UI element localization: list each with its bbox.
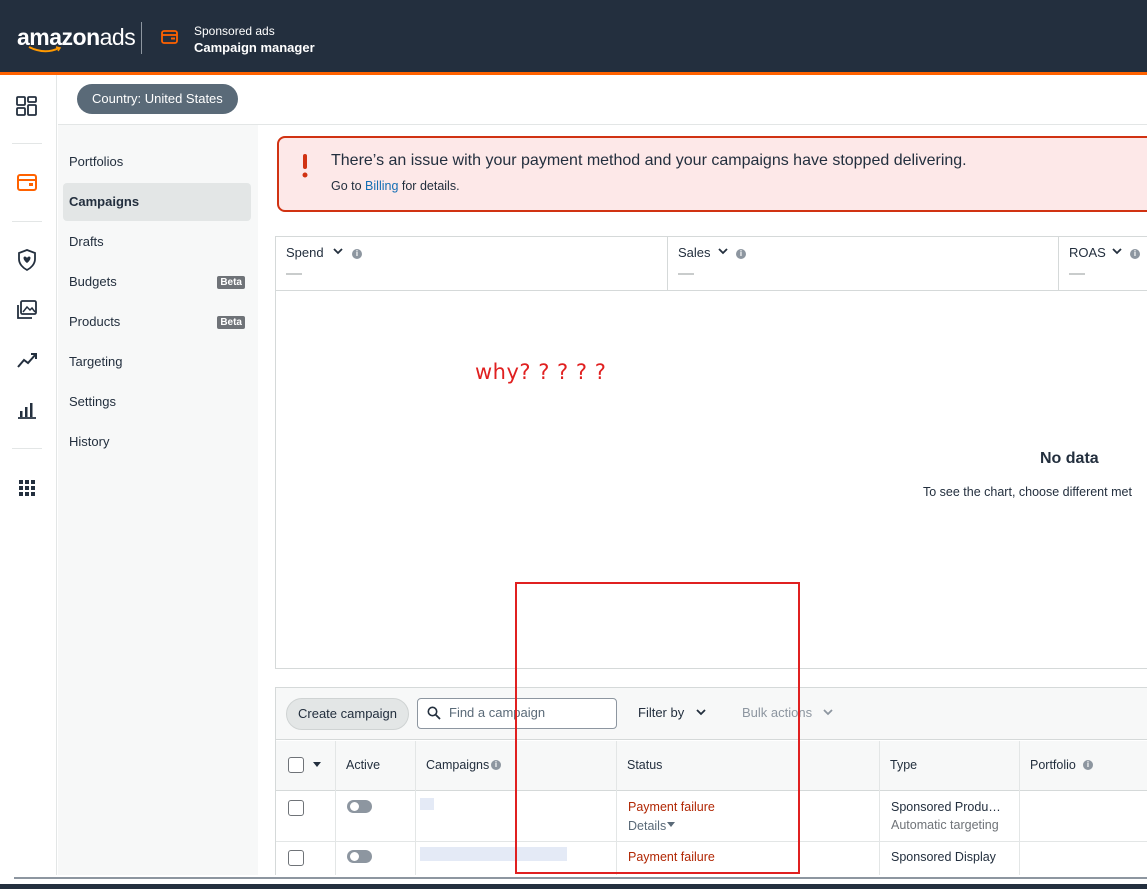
column-divider [335, 741, 336, 875]
active-toggle[interactable] [347, 800, 372, 813]
metric-selector-row [275, 236, 1147, 291]
column-divider [879, 741, 880, 875]
product-subtitle: Sponsored ads [194, 24, 275, 38]
alert-exclamation-icon [302, 154, 308, 178]
create-campaign-button[interactable]: Create campaign [286, 698, 409, 730]
info-icon[interactable]: i [352, 249, 362, 259]
header-divider [141, 22, 142, 54]
product-title[interactable]: Campaign manager [194, 40, 315, 55]
subnav-item-drafts[interactable]: Drafts [63, 223, 251, 261]
brand-shield-icon[interactable] [15, 248, 39, 272]
subnav-item-history[interactable]: History [63, 423, 251, 461]
no-data-title: No data [1040, 450, 1099, 467]
metric-sales-value [678, 273, 694, 275]
metric-spend-label[interactable]: Spend [286, 245, 324, 260]
row-checkbox[interactable] [288, 800, 304, 816]
metric-roas-value [1069, 273, 1085, 275]
column-header-type[interactable]: Type [890, 758, 917, 772]
taskbar-edge [0, 884, 1147, 889]
beta-badge: Beta [217, 276, 245, 289]
column-header-campaigns[interactable]: Campaigns [426, 758, 489, 772]
column-divider [415, 741, 416, 875]
reports-icon[interactable] [15, 398, 39, 422]
trend-icon[interactable] [15, 348, 39, 372]
info-icon[interactable]: i [736, 249, 746, 259]
subnav-item-targeting[interactable]: Targeting [63, 343, 251, 381]
subnav-item-budgets[interactable]: Budgets Beta [63, 263, 251, 301]
rail-divider [12, 143, 42, 144]
metric-divider [1058, 236, 1059, 291]
subnav-item-settings[interactable]: Settings [63, 383, 251, 421]
country-selector[interactable]: Country: United States [77, 84, 238, 114]
select-all-checkbox[interactable] [288, 757, 304, 773]
chevron-down-icon[interactable] [1112, 248, 1122, 255]
chevron-down-icon[interactable] [333, 248, 343, 255]
campaign-type: Sponsored Display [891, 850, 996, 864]
campaign-manager-icon[interactable] [15, 171, 39, 195]
rail-divider [12, 448, 42, 449]
payment-alert [277, 136, 1147, 212]
no-data-message: To see the chart, choose different met [923, 485, 1132, 499]
metric-spend-value [286, 273, 302, 275]
horizontal-scrollbar[interactable] [14, 877, 1147, 879]
metric-divider [667, 236, 668, 291]
user-annotation-text: why? ? ? ? ? [475, 360, 607, 384]
info-icon[interactable]: i [1130, 249, 1140, 259]
creative-assets-icon[interactable] [15, 298, 39, 322]
subnav-item-campaigns[interactable]: Campaigns [63, 183, 251, 221]
dashboard-icon[interactable] [15, 94, 39, 118]
wallet-icon [161, 30, 178, 44]
info-icon[interactable]: i [1083, 760, 1093, 770]
apps-grid-icon[interactable] [15, 476, 39, 500]
info-icon[interactable]: i [491, 760, 501, 770]
redacted-campaign-name [420, 798, 434, 810]
rail-divider [12, 221, 42, 222]
left-icon-rail [0, 75, 57, 875]
caret-down-icon[interactable] [313, 762, 321, 767]
subnav-item-products[interactable]: Products Beta [63, 303, 251, 341]
subnav-item-portfolios[interactable]: Portfolios [63, 143, 251, 181]
chevron-down-icon[interactable] [718, 248, 728, 255]
row-checkbox[interactable] [288, 850, 304, 866]
column-divider [1019, 741, 1020, 875]
column-header-portfolio[interactable]: Portfolio [1030, 758, 1076, 772]
alert-body: Go to Billing for details. [331, 179, 460, 193]
chevron-down-icon[interactable] [823, 709, 833, 716]
user-highlight-box [515, 582, 800, 874]
logo-smile-icon [28, 46, 62, 53]
metric-sales-label[interactable]: Sales [678, 245, 711, 260]
column-header-active[interactable]: Active [346, 758, 380, 772]
search-icon [427, 706, 441, 720]
beta-badge: Beta [217, 316, 245, 329]
campaign-type: Sponsored Produ… [891, 800, 1001, 814]
metric-roas-label[interactable]: ROAS [1069, 245, 1106, 260]
targeting-type: Automatic targeting [891, 818, 999, 832]
billing-link[interactable]: Billing [365, 179, 398, 193]
alert-title: There’s an issue with your payment metho… [331, 152, 967, 169]
active-toggle[interactable] [347, 850, 372, 863]
